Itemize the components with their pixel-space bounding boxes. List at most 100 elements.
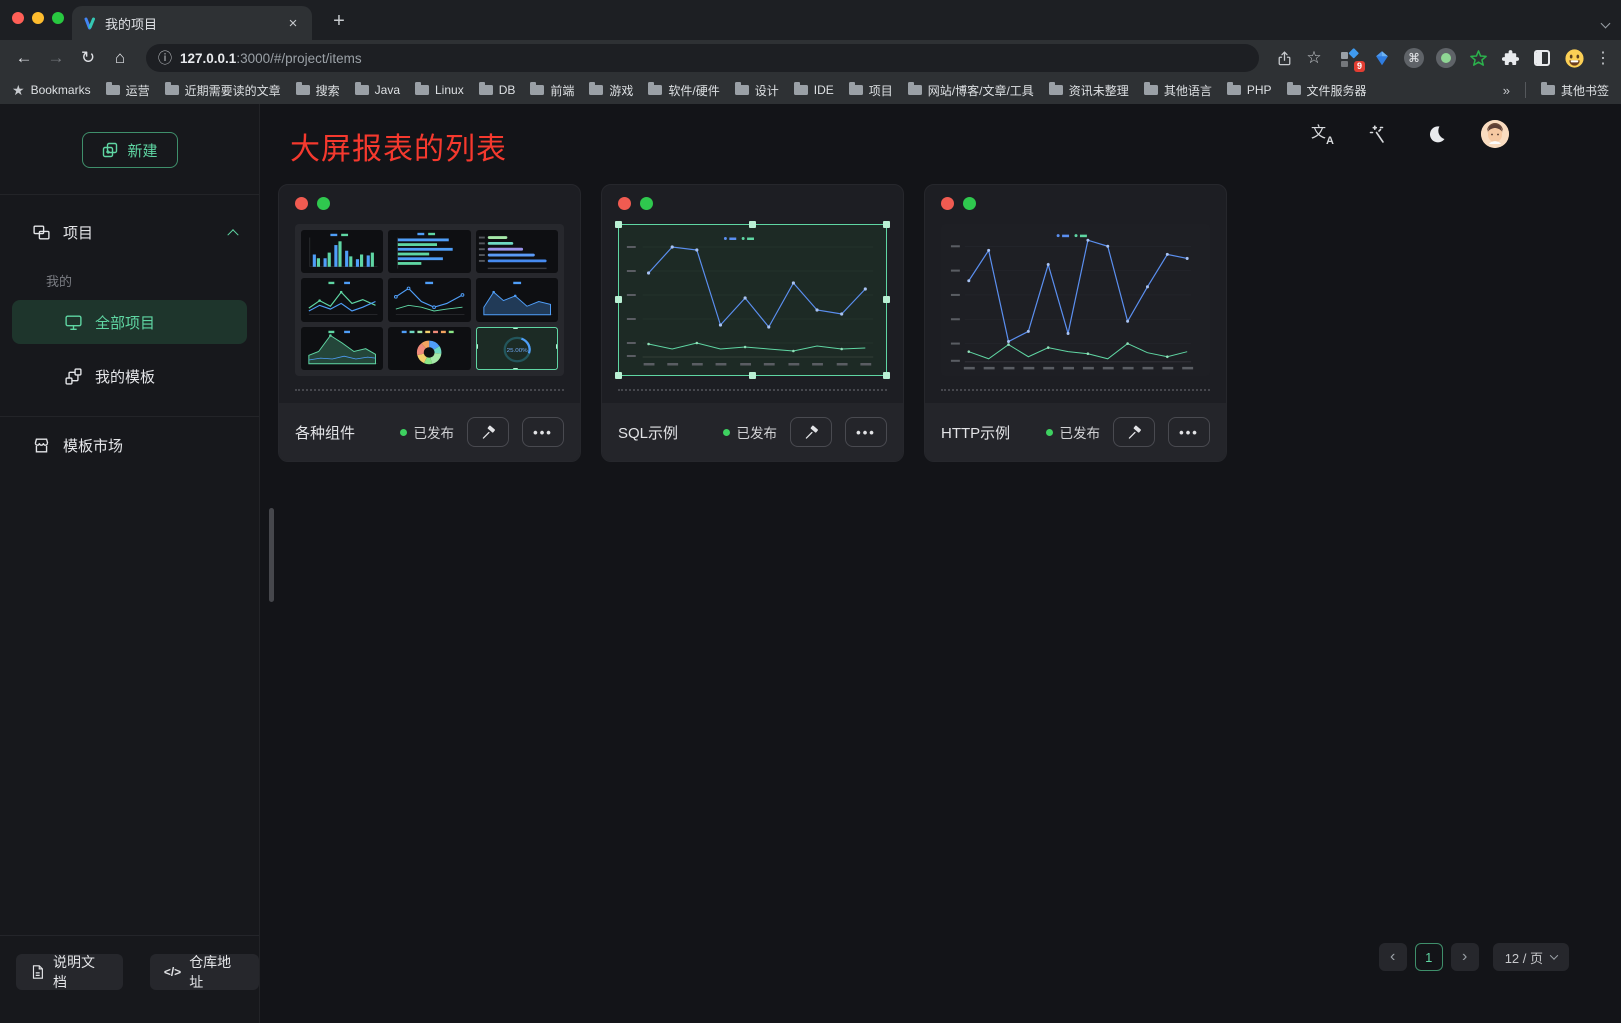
project-thumbnail[interactable]: 25.00% (295, 224, 564, 376)
bookmark-folder[interactable]: 其他语言 (1144, 82, 1212, 99)
edit-hammer-button[interactable] (1113, 417, 1155, 447)
back-icon[interactable]: ← (10, 44, 38, 72)
extension-gem-icon[interactable] (1371, 47, 1393, 69)
new-project-button[interactable]: 新建 (82, 132, 178, 168)
page-size-select[interactable]: 12 / 页 (1493, 943, 1569, 971)
published-dot-icon (1046, 429, 1053, 436)
chevron-up-icon[interactable] (227, 229, 238, 240)
bookmark-folder[interactable]: 搜索 (296, 82, 340, 99)
bookmark-folder[interactable]: 软件/硬件 (648, 82, 719, 99)
extension-grid-icon[interactable]: 9 (1339, 47, 1361, 69)
tab-strip: 我的项目 × + (0, 0, 1621, 40)
bookmark-folder[interactable]: 设计 (735, 82, 779, 99)
browser-menu-icon[interactable]: ⋮ (1595, 48, 1611, 68)
bookmark-folder[interactable]: 运营 (106, 82, 150, 99)
sidebar-divider (0, 194, 259, 195)
extension-star-icon[interactable] (1467, 47, 1489, 69)
project-card-list: 25.00% 各种组件 已发布 ••• (278, 184, 1227, 462)
project-thumbnail[interactable] (618, 224, 887, 376)
extension-emoji-icon[interactable] (1563, 47, 1585, 69)
folder-icon (1227, 85, 1241, 95)
project-thumbnail[interactable] (941, 224, 1210, 376)
bookmark-folder[interactable]: IDE (794, 83, 834, 97)
more-actions-button[interactable]: ••• (1168, 417, 1210, 447)
current-page-button[interactable]: 1 (1415, 943, 1443, 971)
close-window-button[interactable] (12, 12, 24, 24)
user-avatar[interactable] (1481, 120, 1509, 148)
dotted-divider (941, 389, 1210, 391)
sidebar-group-projects[interactable]: 项目 (0, 217, 259, 247)
edit-hammer-button[interactable] (790, 417, 832, 447)
site-info-icon[interactable]: ⓘ (158, 48, 172, 68)
minimize-window-button[interactable] (32, 12, 44, 24)
red-dot-icon (295, 197, 308, 210)
extension-darkreader-icon[interactable] (1531, 47, 1553, 69)
sidebar-item-all-projects[interactable]: 全部项目 (12, 300, 247, 344)
edit-hammer-button[interactable] (467, 417, 509, 447)
browser-toolbar: ← → ↻ ⌂ ⓘ 127.0.0.1:3000/#/project/items… (0, 40, 1621, 76)
more-actions-button[interactable]: ••• (522, 417, 564, 447)
green-dot-icon (317, 197, 330, 210)
magic-wand-icon[interactable] (1365, 121, 1391, 147)
published-dot-icon (723, 429, 730, 436)
bookmark-folder[interactable]: Java (355, 83, 400, 97)
bookmarks-manager[interactable]: ★Bookmarks (12, 82, 91, 99)
bookmark-folder[interactable]: PHP (1227, 83, 1272, 97)
bookmark-folder[interactable]: 近期需要读的文章 (165, 82, 281, 99)
tab-search-icon[interactable] (1602, 14, 1609, 32)
tab-title: 我的项目 (105, 14, 276, 33)
share-icon[interactable] (1271, 45, 1297, 71)
bookmark-folder[interactable]: 项目 (849, 82, 893, 99)
more-actions-button[interactable]: ••• (845, 417, 887, 447)
sidebar-item-template-market[interactable]: 模板市场 (12, 423, 247, 467)
close-tab-icon[interactable]: × (284, 14, 302, 32)
bookmark-folder[interactable]: 文件服务器 (1287, 82, 1367, 99)
dotted-divider (618, 389, 887, 391)
bookmark-folder[interactable]: 前端 (530, 82, 574, 99)
mini-hbar-chart (388, 230, 470, 273)
sidebar-owner-label: 我的 (0, 271, 259, 290)
home-icon[interactable]: ⌂ (106, 44, 134, 72)
address-bar[interactable]: ⓘ 127.0.0.1:3000/#/project/items (146, 44, 1259, 72)
monitor-icon (64, 313, 83, 332)
bookmark-folder[interactable]: 游戏 (589, 82, 633, 99)
bookmark-star-icon[interactable]: ☆ (1301, 45, 1327, 71)
project-title: SQL示例 (618, 422, 678, 443)
repo-button[interactable]: </> 仓库地址 (150, 954, 259, 990)
mini-donut-chart (388, 327, 470, 370)
card-status-dots (295, 197, 330, 210)
reload-icon[interactable]: ↻ (74, 44, 102, 72)
bookmark-folder[interactable]: 网站/博客/文章/工具 (908, 82, 1034, 99)
extensions-puzzle-icon[interactable] (1499, 47, 1521, 69)
zoom-window-button[interactable] (52, 12, 64, 24)
extension-record-icon[interactable] (1435, 47, 1457, 69)
sidebar: 新建 项目 我的 全部项目 我的模板 (0, 104, 260, 1023)
scrollbar-thumb[interactable] (269, 508, 274, 602)
project-card[interactable]: HTTP示例 已发布 ••• (924, 184, 1227, 462)
prev-page-button[interactable]: ‹ (1379, 943, 1407, 971)
store-icon (32, 436, 51, 455)
next-page-button[interactable]: › (1451, 943, 1479, 971)
folder-icon (530, 85, 544, 95)
bookmarks-overflow-chevron[interactable]: » (1503, 83, 1510, 98)
extension-cmd-icon[interactable]: ⌘ (1403, 47, 1425, 69)
project-card[interactable]: 25.00% 各种组件 已发布 ••• (278, 184, 581, 462)
dark-mode-moon-icon[interactable] (1423, 121, 1449, 147)
language-icon[interactable]: 文 A (1311, 123, 1333, 145)
browser-tab[interactable]: 我的项目 × (72, 6, 312, 40)
bookmark-folder[interactable]: 资讯未整理 (1049, 82, 1129, 99)
folder-icon (648, 85, 662, 95)
other-bookmarks[interactable]: 其他书签 (1541, 82, 1609, 99)
mini-line-chart (301, 278, 383, 321)
bookmark-folder[interactable]: Linux (415, 83, 464, 97)
forward-icon[interactable]: → (42, 44, 70, 72)
sidebar-item-my-templates[interactable]: 我的模板 (12, 354, 247, 398)
bookmark-folder[interactable]: DB (479, 83, 516, 97)
docs-button[interactable]: 说明文档 (16, 954, 123, 990)
folder-icon (849, 85, 863, 95)
project-card[interactable]: SQL示例 已发布 ••• (601, 184, 904, 462)
bookmarks-separator (1525, 82, 1526, 98)
new-tab-button[interactable]: + (326, 8, 352, 34)
card-status-dots (941, 197, 976, 210)
project-title: 各种组件 (295, 422, 355, 443)
